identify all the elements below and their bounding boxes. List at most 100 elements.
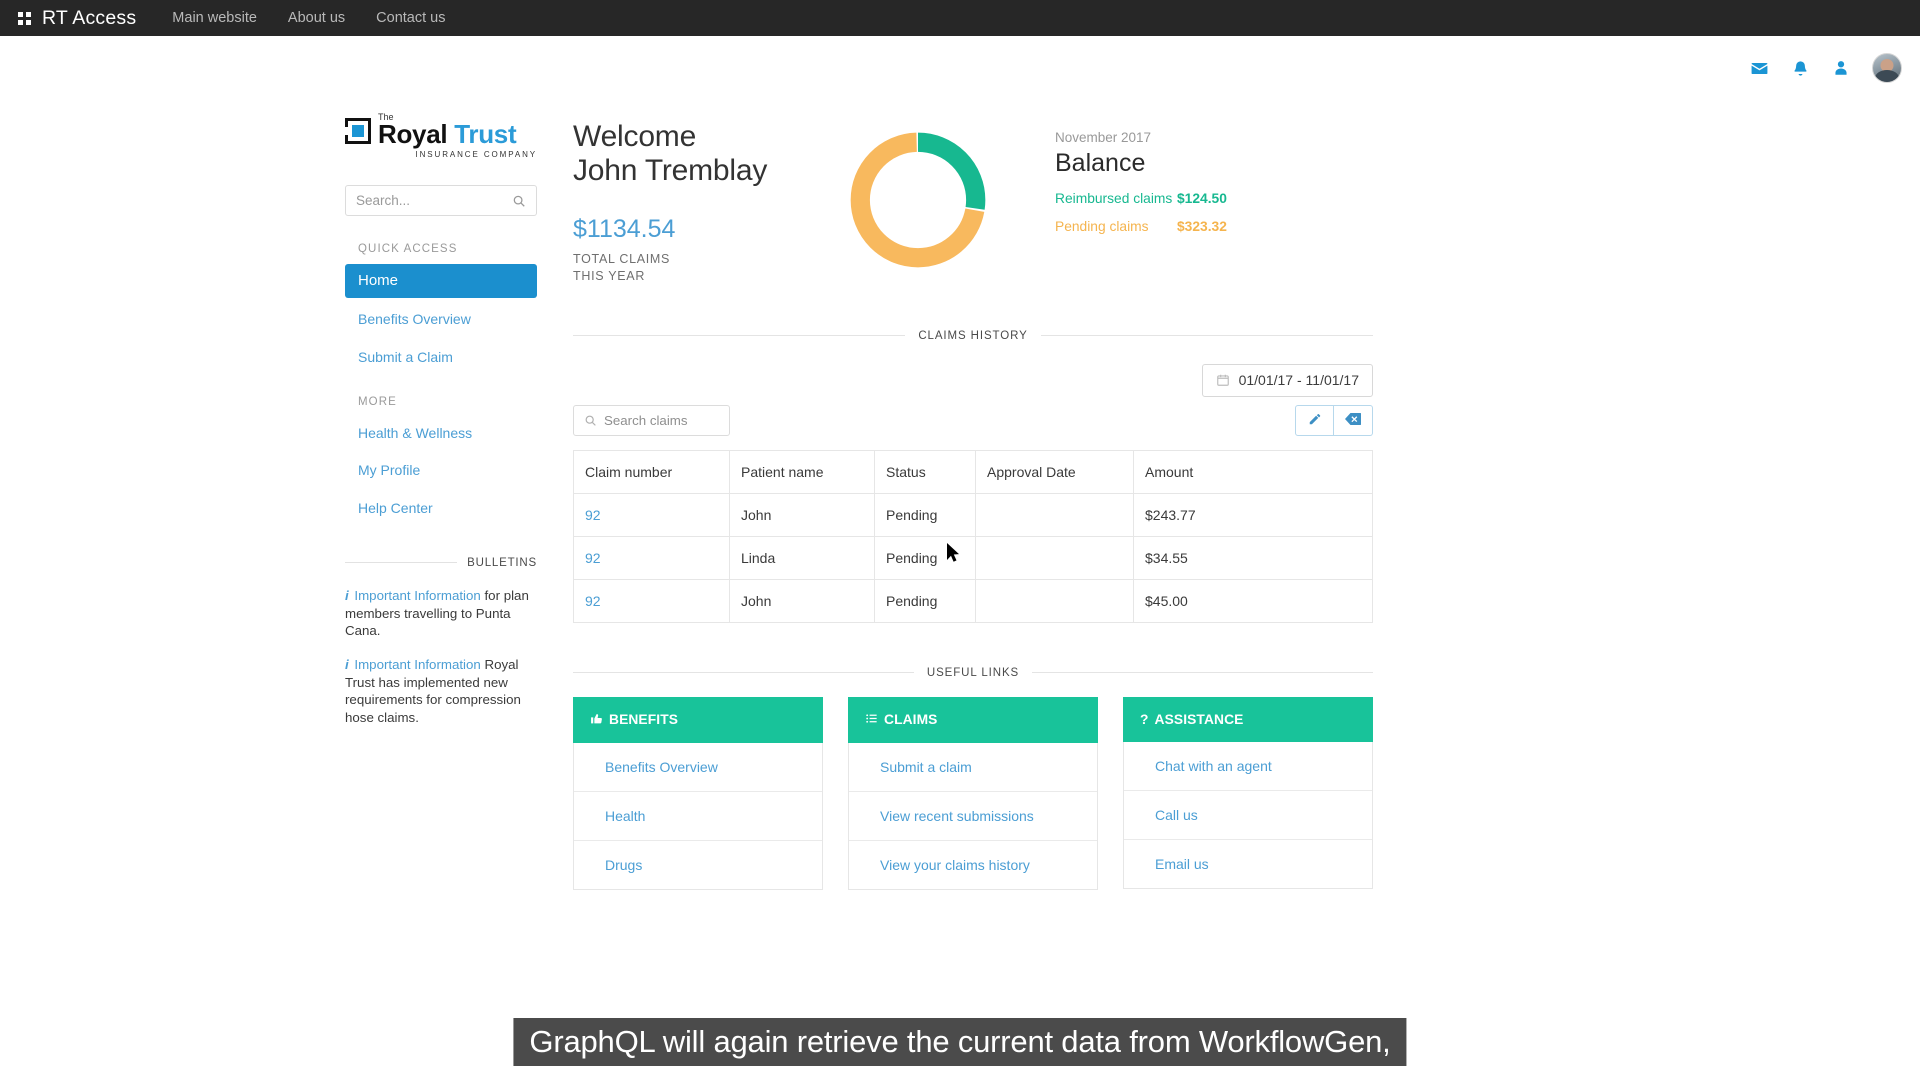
info-icon: i [345, 657, 349, 672]
sidebar-item-help-center[interactable]: Help Center [345, 492, 537, 525]
main-content: Welcome John Tremblay $1134.54 TOTAL CLA… [573, 100, 1373, 890]
column-header-status[interactable]: Status [874, 449, 976, 494]
mail-icon[interactable] [1750, 59, 1769, 78]
claim-number-link[interactable]: 92 [585, 550, 601, 566]
brand-prefix: RT [42, 6, 73, 29]
divider-line [573, 335, 906, 337]
cell-status: Pending [874, 535, 976, 580]
backspace-icon [1345, 412, 1361, 429]
pending-claims-row: Pending claims $323.32 [1055, 219, 1373, 234]
bulletin-link[interactable]: Important Information [354, 588, 480, 603]
cell-approval-date [975, 535, 1134, 580]
card-link-health[interactable]: Health [574, 792, 822, 841]
cell-approval-date [975, 492, 1134, 537]
info-icon: i [345, 587, 349, 603]
cell-amount: $243.77 [1133, 492, 1373, 537]
column-header-patient-name[interactable]: Patient name [729, 449, 875, 494]
divider-line [1032, 672, 1373, 674]
calendar-icon [1216, 373, 1230, 387]
cell-amount: $45.00 [1133, 578, 1373, 623]
sidebar-section-quick-access: QUICK ACCESS [358, 243, 458, 255]
claims-search-box[interactable] [573, 404, 730, 436]
topnav-item-contact-us[interactable]: Contact us [376, 10, 445, 26]
claims-history-heading: CLAIMS HISTORY [573, 330, 1373, 342]
claims-search-input[interactable] [604, 412, 719, 428]
cell-claim-number: 92 [573, 492, 730, 537]
pending-claims-label: Pending claims [1055, 218, 1149, 234]
company-logo: The Royal Trust INSURANCE COMPANY [345, 113, 537, 159]
welcome-column: Welcome John Tremblay $1134.54 TOTAL CLA… [573, 120, 823, 286]
card-link-view-claims-history[interactable]: View your claims history [849, 841, 1097, 889]
sidebar-item-benefits-overview[interactable]: Benefits Overview [345, 303, 537, 336]
bulletin-item: i Important Information for plan members… [345, 587, 537, 640]
card-link-call-us[interactable]: Call us [1124, 791, 1372, 840]
search-box[interactable] [345, 185, 537, 216]
video-caption: GraphQL will again retrieve the current … [513, 1018, 1407, 1066]
table-header-row: Claim number Patient name Status Approva… [573, 449, 1373, 494]
cell-claim-number: 92 [573, 578, 730, 623]
claim-number-link[interactable]: 92 [585, 507, 601, 523]
total-claims-amount: $1134.54 [573, 215, 676, 244]
search-icon [584, 414, 597, 427]
balance-date: November 2017 [1055, 130, 1152, 145]
top-nav: Main website About us Contact us [172, 10, 445, 26]
useful-links-heading: USEFUL LINKS [573, 667, 1373, 679]
date-range-value: 01/01/17 - 11/01/17 [1238, 372, 1359, 389]
reimbursed-claims-label: Reimbursed claims [1055, 190, 1173, 206]
card-link-drugs[interactable]: Drugs [574, 841, 822, 889]
sidebar-item-my-profile[interactable]: My Profile [345, 454, 537, 487]
delete-button[interactable] [1334, 404, 1373, 436]
card-link-view-recent-submissions[interactable]: View recent submissions [849, 792, 1097, 841]
search-input[interactable] [356, 193, 512, 208]
claims-toolbar [573, 404, 1373, 436]
balance-panel: November 2017 Balance Reimbursed claims … [1013, 120, 1373, 234]
pencil-icon [1308, 412, 1322, 429]
card-link-benefits-overview[interactable]: Benefits Overview [574, 743, 822, 792]
column-header-amount[interactable]: Amount [1133, 449, 1373, 494]
bulletin-link[interactable]: Important Information [354, 657, 480, 672]
notifications-icon[interactable] [1791, 59, 1810, 78]
column-header-approval-date[interactable]: Approval Date [975, 449, 1134, 494]
user-icon[interactable] [1832, 59, 1850, 77]
sidebar-item-health-wellness[interactable]: Health & Wellness [345, 417, 537, 450]
date-range-picker[interactable]: 01/01/17 - 11/01/17 [1201, 363, 1373, 397]
reimbursed-claims-value: $124.50 [1177, 190, 1227, 206]
card-title-assistance: ASSISTANCE [1154, 711, 1244, 727]
card-link-email-us[interactable]: Email us [1124, 840, 1372, 888]
card-body-assistance: Chat with an agent Call us Email us [1123, 741, 1373, 889]
search-icon [512, 194, 526, 208]
list-icon [865, 712, 878, 728]
avatar[interactable] [1872, 53, 1902, 83]
grid-icon[interactable] [18, 11, 31, 25]
sidebar-item-home[interactable]: Home [345, 264, 537, 298]
balance-title: Balance [1055, 149, 1146, 178]
topnav-item-about-us[interactable]: About us [288, 10, 345, 26]
edit-button[interactable] [1295, 404, 1334, 436]
card-header-assistance: ? ASSISTANCE [1123, 696, 1373, 742]
logo-mark-icon [345, 118, 371, 144]
column-header-claim-number[interactable]: Claim number [573, 449, 730, 494]
divider-line [573, 672, 914, 674]
table-row: 92 John Pending $45.00 [573, 578, 1373, 623]
logo-trust: Trust [454, 119, 517, 149]
header-icon-strip [0, 36, 1920, 100]
app-brand[interactable]: RT Access [42, 7, 136, 30]
welcome-name: John Tremblay [573, 153, 768, 187]
logo-subtitle: INSURANCE COMPANY [415, 150, 537, 159]
donut-svg [850, 132, 986, 268]
card-link-submit-a-claim[interactable]: Submit a claim [849, 743, 1097, 792]
sidebar-item-submit-a-claim[interactable]: Submit a Claim [345, 341, 537, 374]
welcome-greeting: Welcome [573, 120, 697, 153]
claim-number-link[interactable]: 92 [585, 593, 601, 609]
cell-patient-name: John [729, 492, 875, 537]
bulletins-label: BULLETINS [467, 556, 537, 569]
card-claims: CLAIMS Submit a claim View recent submis… [848, 696, 1098, 890]
topnav-item-main-website[interactable]: Main website [172, 10, 257, 26]
bulletins-heading: BULLETINS [345, 557, 537, 569]
total-claims-label-line1: TOTAL CLAIMS [573, 252, 671, 267]
card-header-benefits: BENEFITS [573, 696, 823, 743]
claims-table: Claim number Patient name Status Approva… [573, 449, 1373, 623]
cell-approval-date [975, 578, 1134, 623]
useful-links-cards: BENEFITS Benefits Overview Health Drugs … [573, 696, 1373, 890]
card-link-chat-with-an-agent[interactable]: Chat with an agent [1124, 742, 1372, 791]
